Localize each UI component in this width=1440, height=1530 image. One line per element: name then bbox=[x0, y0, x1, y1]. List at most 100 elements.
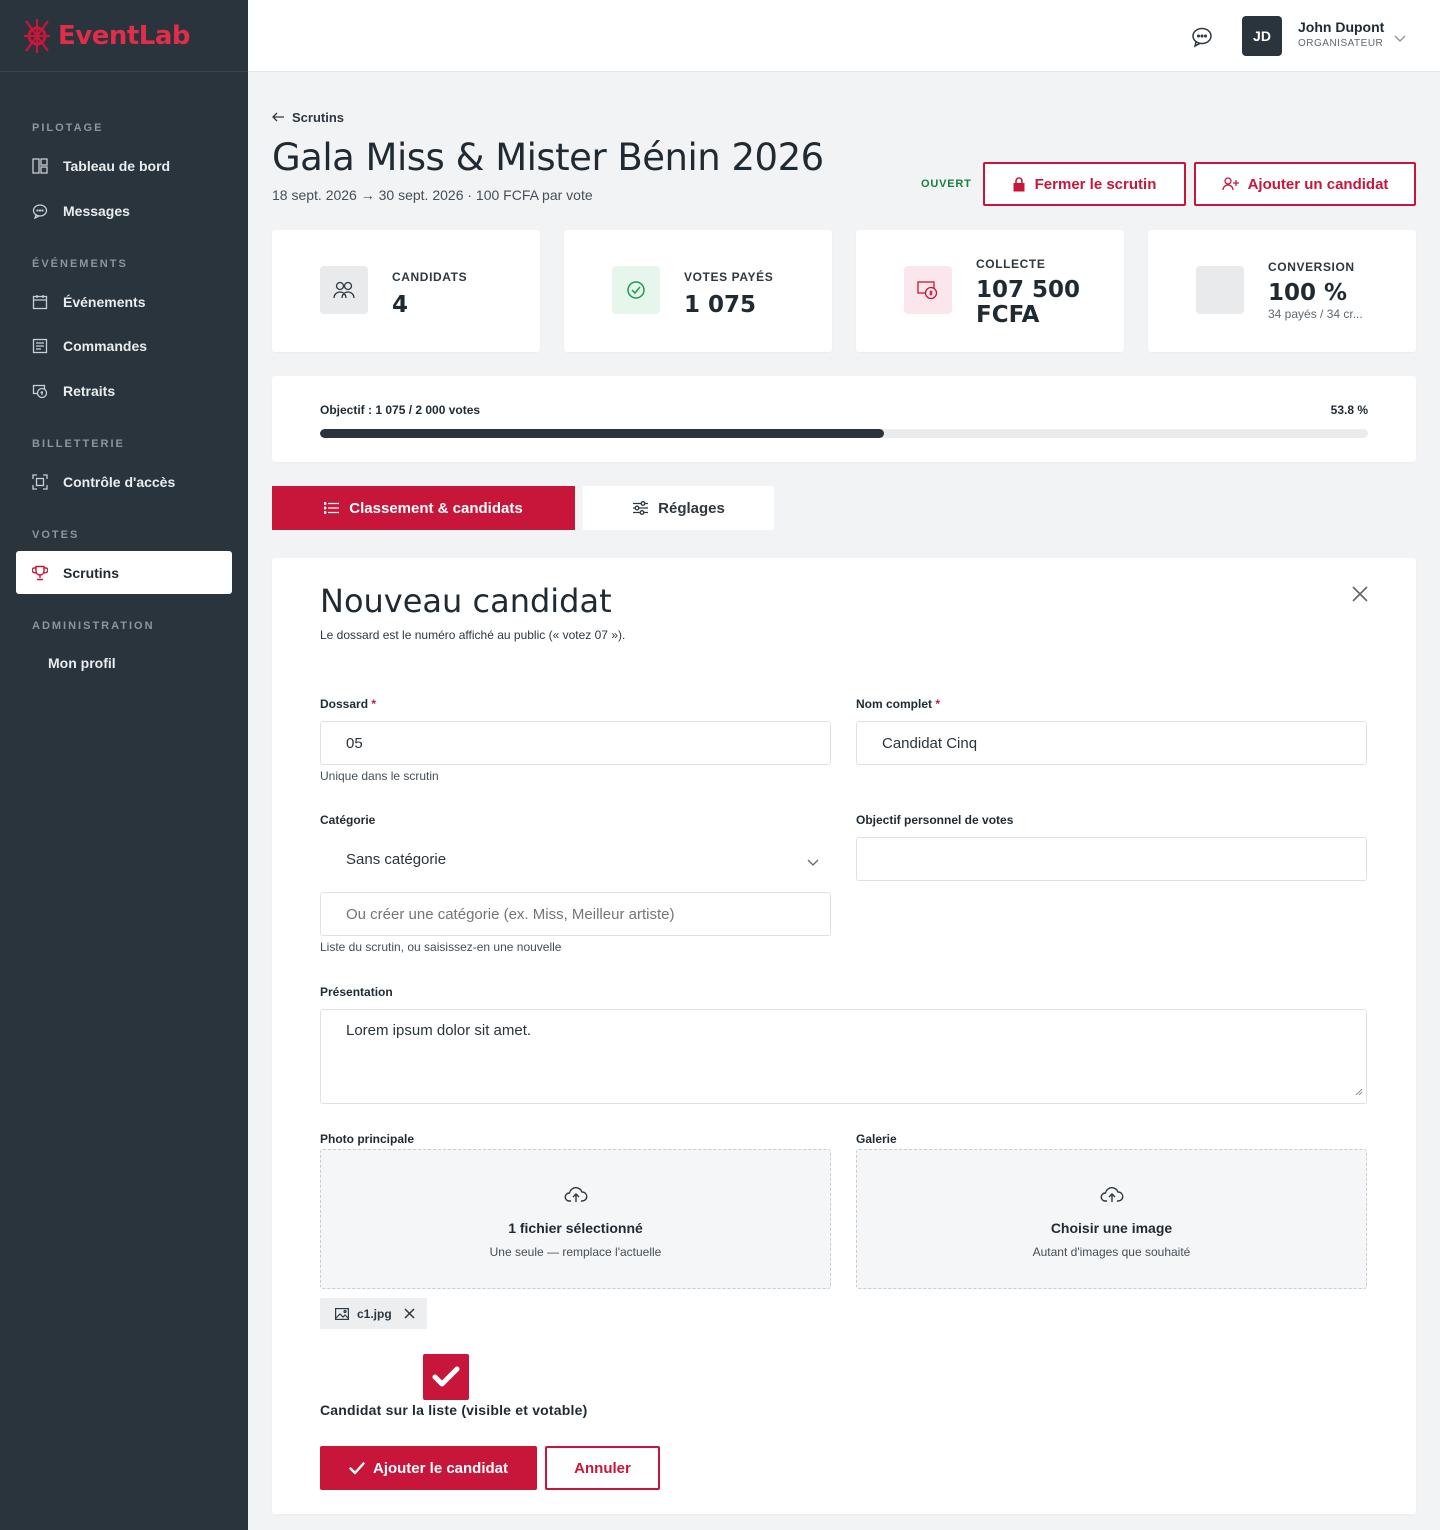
sidebar-item-label: Scrutins bbox=[63, 564, 120, 581]
stat-label: COLLECTE bbox=[976, 257, 1046, 271]
sidebar-item-evenements[interactable]: Événements bbox=[16, 280, 232, 323]
logo[interactable]: EventLab bbox=[0, 0, 248, 72]
gallery-dropzone[interactable]: Choisir une image Autant d'images que so… bbox=[856, 1149, 1367, 1289]
presentation-label: Présentation bbox=[320, 985, 393, 999]
name-label: Nom complet * bbox=[856, 697, 941, 711]
dossard-input[interactable]: 05 bbox=[320, 721, 831, 765]
stat-card-conversion: CONVERSION 100 % 34 payés / 34 cr... bbox=[1148, 230, 1416, 352]
image-icon bbox=[335, 1307, 349, 1320]
file-chip-name: c1.jpg bbox=[357, 1306, 392, 1321]
category-hint: Liste du scrutin, ou saisissez-en une no… bbox=[320, 940, 562, 954]
page-title: Gala Miss & Mister Bénin 2026 bbox=[272, 136, 824, 179]
sidebar-item-dashboard[interactable]: Tableau de bord bbox=[16, 144, 232, 187]
file-chip: c1.jpg bbox=[320, 1298, 427, 1329]
page-subtitle: 18 sept. 2026 → 30 sept. 2026 · 100 FCFA… bbox=[272, 187, 593, 203]
sidebar-item-label: Contrôle d'accès bbox=[63, 473, 176, 490]
sidebar-item-mon-profil[interactable]: Mon profil bbox=[16, 641, 232, 684]
stat-value: 4 bbox=[392, 292, 409, 318]
category-label: Catégorie bbox=[320, 813, 376, 827]
new-category-input[interactable] bbox=[320, 892, 831, 936]
tab-reglages[interactable]: Réglages bbox=[583, 486, 774, 530]
nav-section-votes: VOTES bbox=[32, 529, 80, 541]
upload-icon bbox=[1100, 1186, 1124, 1209]
breadcrumb-label: Scrutins bbox=[292, 110, 345, 125]
category-select[interactable]: Sans catégorie bbox=[320, 837, 831, 881]
dossard-label: Dossard * bbox=[320, 697, 377, 711]
sidebar-item-label: Mon profil bbox=[48, 654, 116, 671]
listed-checkbox[interactable] bbox=[423, 1354, 469, 1400]
resize-handle-icon[interactable] bbox=[1355, 1083, 1363, 1100]
topbar: JD John Dupont ORGANISATEUR bbox=[248, 0, 1440, 72]
sidebar-item-commandes[interactable]: Commandes bbox=[16, 324, 232, 367]
submit-candidate-button[interactable]: Ajouter le candidat bbox=[320, 1446, 537, 1490]
photo-label: Photo principale bbox=[320, 1132, 415, 1146]
photo-dropzone-sub: Une seule — remplace l'actuelle bbox=[489, 1245, 662, 1259]
goal-votes-input[interactable] bbox=[856, 837, 1367, 881]
stat-value: 107 500 bbox=[976, 277, 1081, 303]
sidebar-item-label: Commandes bbox=[63, 337, 148, 354]
check-icon bbox=[349, 1461, 365, 1475]
status-badge: OUVERT bbox=[921, 178, 972, 190]
brand-name: EventLab bbox=[58, 20, 191, 51]
dossard-hint: Unique dans le scrutin bbox=[320, 769, 439, 783]
sidebar-item-scrutins[interactable]: Scrutins bbox=[16, 551, 232, 594]
add-candidate-label: Ajouter un candidat bbox=[1247, 175, 1389, 193]
photo-dropzone[interactable]: 1 fichier sélectionné Une seule — rempla… bbox=[320, 1149, 831, 1289]
user-name[interactable]: John Dupont bbox=[1298, 19, 1384, 35]
withdrawal-icon bbox=[32, 383, 48, 399]
stat-value: 100 % bbox=[1268, 280, 1348, 306]
full-name-input[interactable]: Candidat Cinq bbox=[856, 721, 1367, 765]
checkmark-icon bbox=[432, 1366, 460, 1388]
close-icon[interactable] bbox=[1352, 586, 1368, 607]
stat-value-unit: FCFA bbox=[976, 302, 1040, 328]
chevron-down-icon[interactable] bbox=[1394, 30, 1406, 48]
avatar[interactable]: JD bbox=[1242, 16, 1282, 56]
nav-section-administration: ADMINISTRATION bbox=[32, 620, 155, 632]
remove-file-icon[interactable] bbox=[404, 1308, 415, 1319]
goal-progress-card: Objectif : 1 075 / 2 000 votes 53.8 % bbox=[272, 376, 1416, 462]
messages-icon[interactable] bbox=[1191, 26, 1213, 53]
sidebar-item-label: Événements bbox=[63, 293, 146, 310]
photo-dropzone-title: 1 fichier sélectionné bbox=[508, 1220, 643, 1236]
stat-label: CANDIDATS bbox=[392, 270, 468, 284]
conversion-icon bbox=[1196, 266, 1244, 314]
sidebar-item-retraits[interactable]: Retraits bbox=[16, 369, 232, 412]
users-icon bbox=[320, 266, 368, 314]
progress-fill bbox=[320, 429, 884, 438]
tab-label: Classement & candidats bbox=[349, 499, 523, 517]
money-icon bbox=[904, 266, 952, 314]
stat-card-candidats: CANDIDATS 4 bbox=[272, 230, 540, 352]
category-select-value: Sans catégorie bbox=[346, 850, 447, 868]
tab-classement[interactable]: Classement & candidats bbox=[272, 486, 575, 530]
presentation-textarea[interactable]: Lorem ipsum dolor sit amet. bbox=[320, 1009, 1367, 1104]
lock-icon bbox=[1013, 176, 1025, 192]
listed-checkbox-label[interactable]: Candidat sur la liste (visible et votabl… bbox=[320, 1402, 587, 1418]
cancel-button[interactable]: Annuler bbox=[545, 1446, 660, 1490]
goal-votes-label: Objectif personnel de votes bbox=[856, 813, 1014, 827]
nav-section-evenements: ÉVÉNEMENTS bbox=[32, 258, 128, 270]
sidebar-item-messages[interactable]: Messages bbox=[16, 189, 232, 232]
eventlab-logo-icon bbox=[24, 18, 50, 53]
close-poll-button[interactable]: Fermer le scrutin bbox=[983, 162, 1186, 206]
sidebar-item-label: Retraits bbox=[63, 382, 116, 399]
nav-section-billetterie: BILLETTERIE bbox=[32, 438, 125, 450]
chevron-down-icon bbox=[807, 854, 819, 871]
gallery-dropzone-title: Choisir une image bbox=[1050, 1220, 1173, 1236]
dashboard-icon bbox=[32, 157, 48, 174]
check-circle-icon bbox=[612, 266, 660, 314]
gallery-dropzone-sub: Autant d'images que souhaité bbox=[1032, 1245, 1191, 1259]
sidebar-item-controle-acces[interactable]: Contrôle d'accès bbox=[16, 460, 232, 503]
add-candidate-button[interactable]: Ajouter un candidat bbox=[1194, 162, 1416, 206]
stat-label: VOTES PAYÉS bbox=[684, 270, 774, 284]
calendar-icon bbox=[32, 294, 48, 310]
form-subtitle: Le dossard est le numéro affiché au publ… bbox=[320, 628, 626, 642]
new-candidate-form: Nouveau candidat Le dossard est le numér… bbox=[272, 558, 1416, 1514]
submit-label: Ajouter le candidat bbox=[372, 1459, 509, 1477]
arrow-left-icon bbox=[272, 110, 285, 125]
breadcrumb[interactable]: Scrutins bbox=[272, 110, 344, 125]
scan-icon bbox=[32, 473, 48, 490]
user-role: ORGANISATEUR bbox=[1298, 38, 1384, 49]
stat-label: CONVERSION bbox=[1268, 260, 1355, 274]
close-poll-label: Fermer le scrutin bbox=[1034, 175, 1157, 193]
stat-card-votes: VOTES PAYÉS 1 075 bbox=[564, 230, 832, 352]
